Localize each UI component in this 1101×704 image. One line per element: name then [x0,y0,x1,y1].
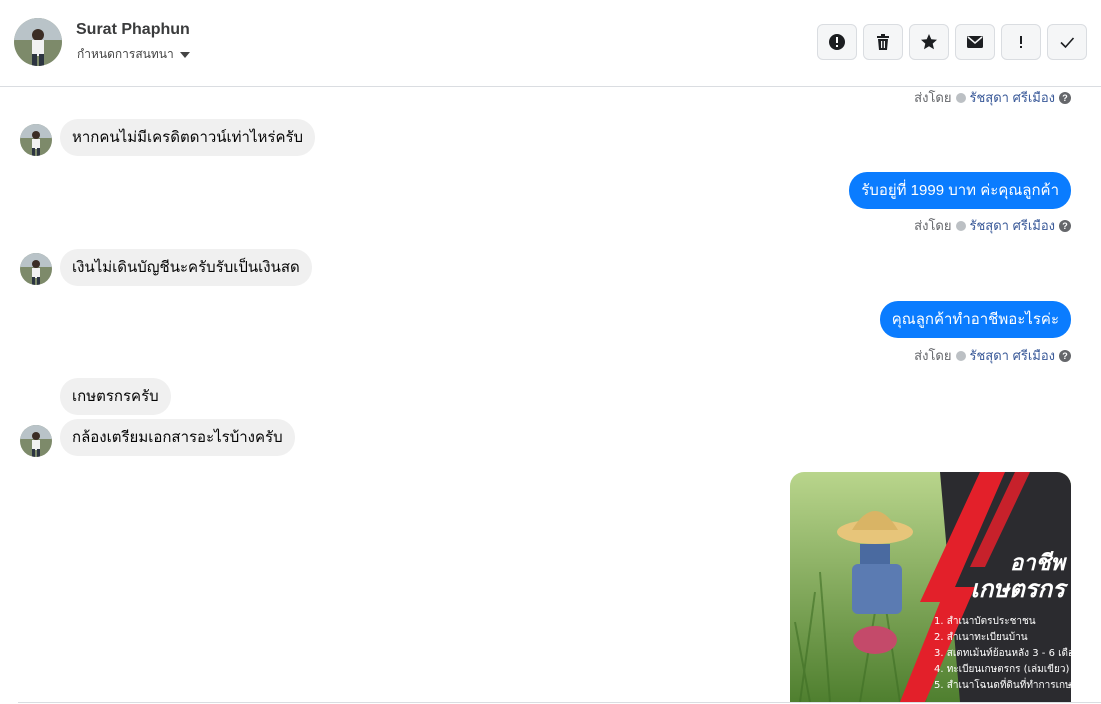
alert-circle-icon [829,34,845,50]
incoming-message: หากคนไม่มีเครดิตดาวน์เท่าไหร่ครับ [60,119,316,156]
contact-avatar[interactable] [14,18,62,66]
poster-item: 3. สเตทเม้นท์ย้อนหลัง 3 - 6 เดือน [934,648,1071,659]
check-icon [1060,37,1075,49]
exclamation-icon [1020,36,1022,48]
action-toolbar [817,24,1087,60]
mark-done-button[interactable] [1047,24,1087,60]
poster-title-line2: เกษตรกร [970,575,1065,603]
sender-avatar[interactable] [20,253,52,285]
mark-unread-button[interactable] [955,24,995,60]
incoming-message: เกษตรกรครับ [60,378,171,415]
sender-avatar[interactable] [20,124,52,156]
poster-item: 4. ทะเบียนเกษตรกร (เล่มเขียว) [934,664,1070,675]
outgoing-message: คุณลูกค้าทำอาชีพอะไรค่ะ [879,301,1071,338]
mail-icon [967,36,983,48]
poster-item: 2. สำเนาทะเบียนบ้าน [934,632,1028,643]
sent-by-label: ส่งโดย [914,90,952,105]
incoming-message: เงินไม่เดินบัญชีนะครับรับเป็นเงินสด [60,249,312,286]
agent-name-link[interactable]: รัชสุดา ศรีเมือง [970,215,1056,236]
sent-by-info: ส่งโดย รัชสุดา ศรีเมือง ? [914,88,1071,108]
agent-badge-icon [955,350,966,361]
assign-label: กำหนดการสนทนา [77,47,174,61]
composer-divider [18,702,1101,703]
caret-down-icon [179,51,190,58]
assign-conversation-dropdown[interactable]: กำหนดการสนทนา [77,45,190,64]
sent-by-info: ส่งโดย รัชสุดา ศรีเมือง ? [914,345,1071,366]
agent-name-link[interactable]: รัชสุดา ศรีเมือง [970,345,1056,366]
incoming-message: กล้องเตรียมเอกสารอะไรบ้างครับ [60,419,295,456]
sender-avatar[interactable] [20,425,52,457]
help-icon[interactable]: ? [1059,91,1071,104]
image-attachment[interactable]: อาชีพ เกษตรกร 1. สำเนาบัตรประชาชน 2. สำเ… [790,472,1071,702]
mark-spam-button[interactable] [817,24,857,60]
poster-title-line1: อาชีพ [1010,551,1065,576]
contact-name[interactable]: Surat Phaphun [76,21,190,39]
agent-name-link[interactable]: รัชสุดา ศรีเมือง [970,88,1056,108]
star-icon [921,34,937,50]
conversation-header: Surat Phaphun กำหนดการสนทนา [0,0,1101,87]
outgoing-message: รับอยู่ที่ 1999 บาท ค่ะคุณลูกค้า [849,172,1071,209]
agent-badge-icon [955,92,966,103]
help-icon[interactable]: ? [1059,219,1071,232]
delete-button[interactable] [863,24,903,60]
help-icon[interactable]: ? [1059,349,1071,362]
follow-up-button[interactable] [1001,24,1041,60]
message-thread[interactable]: ส่งโดย รัชสุดา ศรีเมือง ? หากคนไม่มีเครด… [0,88,1101,702]
trash-icon [877,34,889,50]
agent-badge-icon [955,220,966,231]
sent-by-label: ส่งโดย [914,348,952,363]
sent-by-label: ส่งโดย [914,218,952,233]
poster-document-list: 1. สำเนาบัตรประชาชน 2. สำเนาทะเบียนบ้าน … [934,614,1071,694]
star-button[interactable] [909,24,949,60]
poster-item: 1. สำเนาบัตรประชาชน [934,616,1036,627]
sent-by-info: ส่งโดย รัชสุดา ศรีเมือง ? [914,215,1071,236]
poster-item: 5. สำเนาโฉนดที่ดินที่ทำการเกษตร [934,680,1071,691]
